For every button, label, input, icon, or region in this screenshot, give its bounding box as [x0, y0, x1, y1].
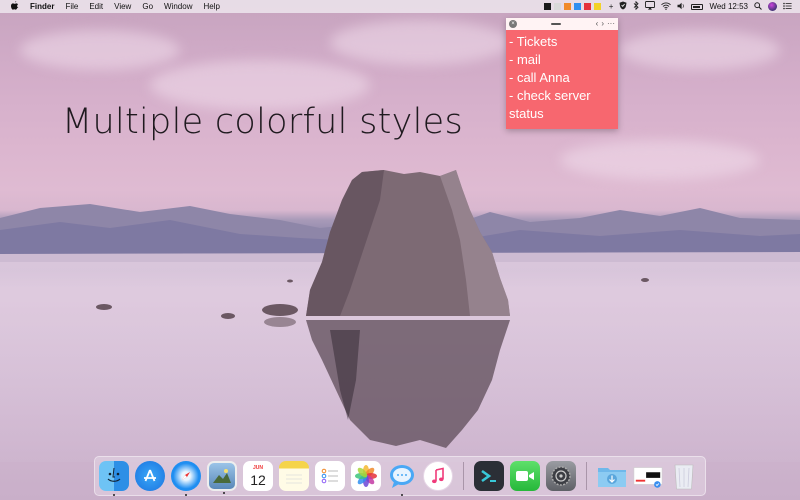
note-line: - check server	[509, 88, 591, 103]
bluetooth-icon[interactable]	[633, 0, 640, 12]
note-toolbar: × ‹ › ···	[506, 18, 618, 30]
note-color-swatches	[543, 3, 601, 10]
calendar-icon[interactable]: JUN 12	[243, 461, 273, 491]
menu-view[interactable]: View	[114, 2, 131, 11]
promo-headline: Multiple colorful styles	[62, 102, 464, 142]
swatch-orange[interactable]	[563, 3, 571, 10]
apple-menu-icon[interactable]	[11, 1, 19, 12]
preview-icon[interactable]	[207, 461, 237, 494]
running-indicator	[401, 494, 403, 496]
active-app-name[interactable]: Finder	[30, 2, 54, 11]
shield-icon[interactable]	[619, 1, 627, 12]
facetime-icon[interactable]	[510, 461, 540, 491]
desktop[interactable]: Finder File Edit View Go Window Help + W…	[0, 0, 800, 500]
sticky-note[interactable]: × ‹ › ··· - Tickets - mail - call Anna -…	[506, 18, 618, 129]
messages-icon[interactable]	[387, 461, 417, 496]
calendar-month: JUN	[252, 464, 263, 471]
safari-icon[interactable]	[171, 461, 201, 496]
tufa-rock	[96, 170, 649, 448]
note-forward-icon[interactable]: ›	[601, 15, 604, 33]
spotlight-search-icon[interactable]	[754, 1, 762, 12]
menu-file[interactable]: File	[65, 2, 78, 11]
menu-window[interactable]: Window	[164, 2, 192, 11]
siri-icon[interactable]	[768, 2, 777, 11]
volume-icon[interactable]	[677, 2, 685, 12]
swatch-yellow[interactable]	[593, 3, 601, 10]
dock-separator	[586, 462, 587, 490]
note-drag-handle[interactable]	[551, 23, 562, 25]
note-more-icon[interactable]: ···	[607, 15, 615, 33]
screenshot-stack-icon[interactable]	[633, 461, 663, 491]
note-back-icon[interactable]: ‹	[596, 15, 599, 33]
add-note-icon[interactable]: +	[609, 0, 614, 13]
photos-icon[interactable]	[351, 461, 381, 491]
menu-help[interactable]: Help	[203, 2, 219, 11]
terminal-icon[interactable]	[474, 461, 504, 491]
battery-icon[interactable]	[691, 3, 704, 10]
menu-go[interactable]: Go	[142, 2, 153, 11]
running-indicator	[185, 494, 187, 496]
swatch-blue[interactable]	[573, 3, 581, 10]
calendar-day: 12	[250, 471, 266, 488]
note-line: status	[509, 106, 544, 121]
system-preferences-icon[interactable]	[546, 461, 576, 491]
menu-bar: Finder File Edit View Go Window Help + W…	[0, 0, 800, 13]
notification-center-icon[interactable]	[783, 2, 792, 12]
reminders-icon[interactable]	[315, 461, 345, 491]
running-indicator	[223, 492, 225, 494]
note-line: - call Anna	[509, 70, 570, 85]
swatch-black[interactable]	[543, 3, 551, 10]
clock[interactable]: Wed 12:53	[709, 2, 748, 11]
finder-icon[interactable]	[99, 461, 129, 496]
note-line: - mail	[509, 52, 541, 67]
notes-icon[interactable]	[279, 461, 309, 491]
downloads-folder-icon[interactable]	[597, 461, 627, 491]
airplay-icon[interactable]	[645, 1, 656, 12]
dock: JUN 12	[94, 456, 706, 496]
wifi-icon[interactable]	[661, 1, 672, 12]
swatch-gray[interactable]	[553, 3, 561, 10]
note-close-icon[interactable]: ×	[509, 20, 517, 28]
note-text-area[interactable]: - Tickets - mail - call Anna - check ser…	[506, 30, 618, 123]
note-line: - Tickets	[509, 34, 558, 49]
dock-separator	[463, 462, 464, 490]
trash-icon[interactable]	[669, 461, 699, 491]
itunes-icon[interactable]	[423, 461, 453, 491]
app-store-icon[interactable]	[135, 461, 165, 491]
swatch-red[interactable]	[583, 3, 591, 10]
running-indicator	[113, 494, 115, 496]
menu-edit[interactable]: Edit	[89, 2, 103, 11]
